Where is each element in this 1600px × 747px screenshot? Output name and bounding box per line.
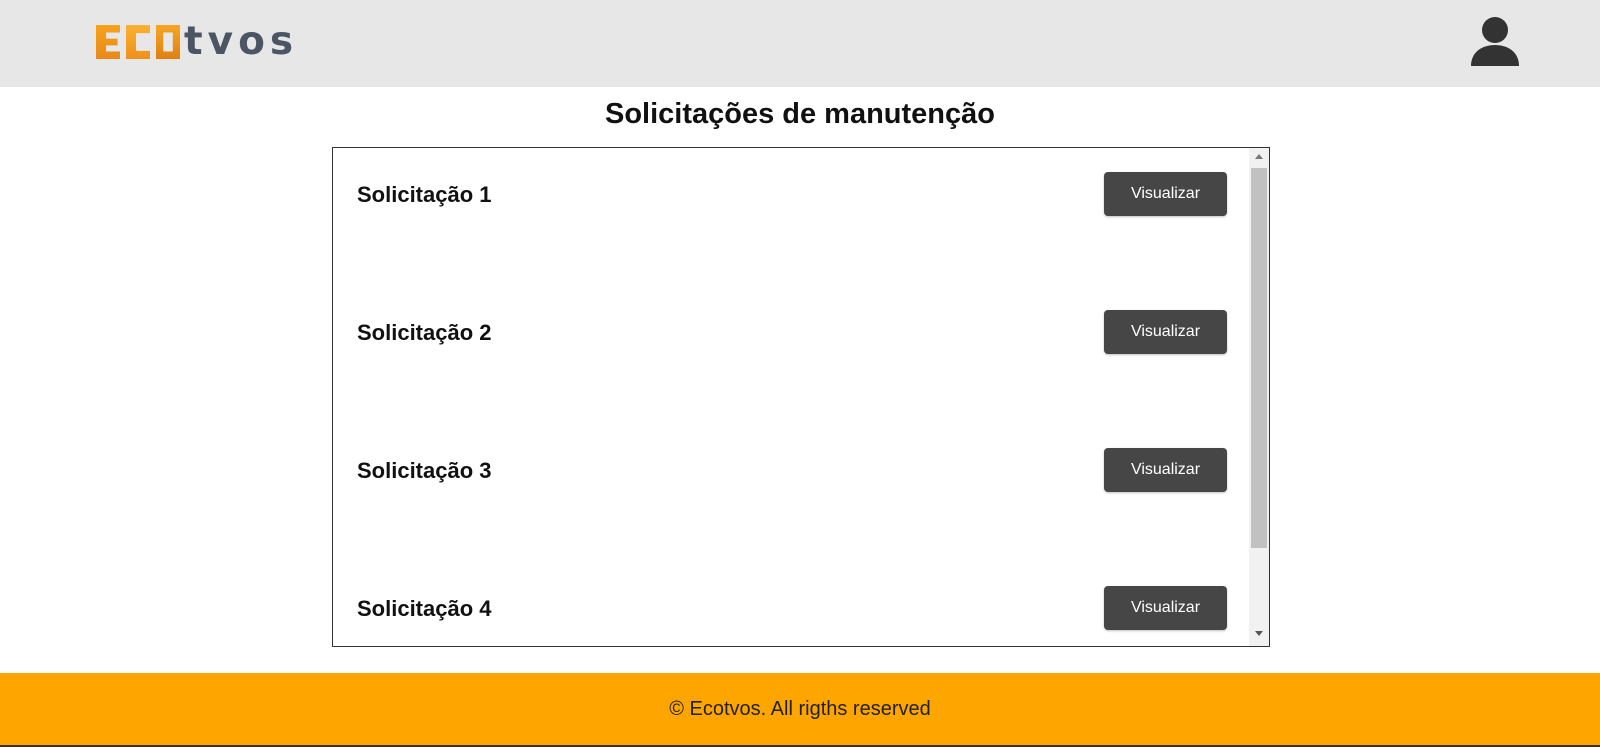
view-button[interactable]: Visualizar — [1104, 172, 1227, 216]
request-label: Solicitação 3 — [357, 458, 492, 483]
scroll-up-arrow-icon[interactable] — [1249, 152, 1269, 164]
list-item: Solicitação 1 Visualizar — [357, 172, 1227, 216]
list-item: Solicitação 2 Visualizar — [357, 310, 1227, 354]
logo-mark — [96, 25, 180, 59]
list-item: Solicitação 4 Visualizar — [357, 586, 1227, 630]
scroll-down-arrow-icon[interactable] — [1249, 630, 1269, 642]
logo-block-c — [126, 25, 150, 59]
scrollbar-thumb[interactable] — [1251, 168, 1267, 548]
view-button[interactable]: Visualizar — [1104, 448, 1227, 492]
logo-block-o — [156, 25, 180, 59]
page-title: Solicitações de manutenção — [604, 98, 995, 130]
user-icon[interactable] — [1470, 16, 1520, 68]
request-label: Solicitação 1 — [357, 182, 492, 207]
view-button[interactable]: Visualizar — [1104, 586, 1227, 630]
logo-text: tvos — [184, 19, 299, 64]
view-button[interactable]: Visualizar — [1104, 310, 1227, 354]
header: tvos — [0, 0, 1600, 87]
footer: © Ecotvos. All rigths reserved — [0, 673, 1600, 747]
footer-copyright: © Ecotvos. All rigths reserved — [669, 697, 931, 720]
vertical-scrollbar[interactable] — [1249, 148, 1269, 646]
requests-list[interactable]: Solicitação 1 Visualizar Solicitação 2 V… — [332, 147, 1270, 647]
list-item: Solicitação 3 Visualizar — [357, 448, 1227, 492]
request-label: Solicitação 4 — [357, 596, 492, 621]
logo-block-e — [96, 25, 120, 59]
request-label: Solicitação 2 — [357, 320, 492, 345]
ecotvos-logo[interactable]: tvos — [96, 22, 298, 62]
